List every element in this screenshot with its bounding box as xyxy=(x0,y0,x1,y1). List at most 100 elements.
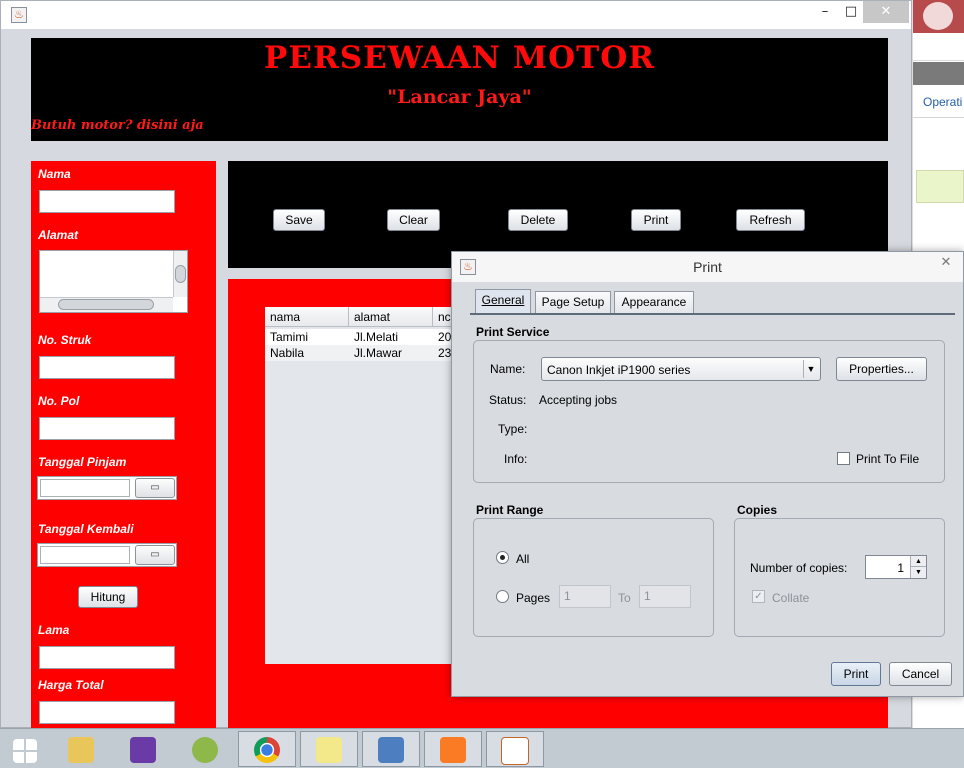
android-studio-icon[interactable] xyxy=(176,731,234,767)
table-cell: Tamimi xyxy=(270,330,308,344)
calendar-icon[interactable]: ▭ xyxy=(135,478,175,498)
tanggal-kembali-label: Tanggal Kembali xyxy=(38,522,134,536)
xampp-icon[interactable] xyxy=(424,731,482,767)
app-title: PERSEWAAN MOTOR xyxy=(264,40,655,76)
dialog-cancel-button[interactable]: Cancel xyxy=(889,662,952,686)
lama-input[interactable] xyxy=(39,646,175,669)
table-cell: 20 xyxy=(438,330,452,344)
maximize-icon[interactable]: □ xyxy=(837,1,865,23)
properties-button[interactable]: Properties... xyxy=(836,357,927,381)
tanggal-pinjam-picker: ▭ xyxy=(37,476,177,500)
tab-appearance[interactable]: Appearance xyxy=(614,291,694,313)
background-app-panel xyxy=(913,117,964,170)
print-dialog: ♨ Print ✕ General Page Setup Appearance … xyxy=(451,251,964,697)
collate-checkbox[interactable]: ✓ xyxy=(752,590,765,603)
copies-spinner[interactable]: 1 ▲ ▼ xyxy=(865,555,927,579)
java-app-icon: ♨ xyxy=(11,7,27,23)
name-label: Name: xyxy=(490,362,526,376)
nama-label: Nama xyxy=(38,167,71,181)
clear-button[interactable]: Clear xyxy=(387,209,440,231)
minimize-icon[interactable]: – xyxy=(811,1,839,23)
spinner-up-icon[interactable]: ▲ xyxy=(910,556,926,567)
copies-heading: Copies xyxy=(737,503,778,517)
no-pol-input[interactable] xyxy=(39,417,175,440)
alamat-horizontal-scrollbar[interactable] xyxy=(40,297,173,312)
harga-total-label: Harga Total xyxy=(38,678,104,692)
status-value: Accepting jobs xyxy=(539,393,618,407)
background-app-banner xyxy=(913,0,964,33)
column-header-alamat[interactable]: alamat xyxy=(349,307,433,327)
column-header-nama[interactable]: nama xyxy=(265,307,349,327)
save-button[interactable]: Save xyxy=(273,209,325,231)
alamat-textarea[interactable] xyxy=(39,250,188,313)
no-struk-label: No. Struk xyxy=(38,333,92,347)
alamat-vertical-scrollbar[interactable] xyxy=(173,251,187,297)
harga-total-input[interactable] xyxy=(39,701,175,724)
tab-general-label: General xyxy=(481,293,525,307)
close-window-button[interactable]: ✕ xyxy=(863,1,909,23)
number-of-copies-label: Number of copies: xyxy=(750,561,848,575)
close-icon[interactable]: ✕ xyxy=(929,252,963,272)
flame-logo-icon xyxy=(923,2,953,30)
pages-to-label: To xyxy=(618,591,631,605)
sticky-notes-icon[interactable] xyxy=(300,731,358,767)
app-subtitle: "Lancar Jaya" xyxy=(387,86,532,108)
taskbar xyxy=(0,728,964,768)
printer-select[interactable]: Canon Inkjet iP1900 series ▼ xyxy=(541,357,821,381)
file-explorer-icon[interactable] xyxy=(52,731,110,767)
tab-page-setup[interactable]: Page Setup xyxy=(535,291,611,313)
print-range-heading: Print Range xyxy=(476,503,544,517)
printer-select-value: Canon Inkjet iP1900 series xyxy=(547,363,691,377)
tab-divider xyxy=(470,313,955,315)
refresh-button[interactable]: Refresh xyxy=(736,209,805,231)
range-pages-label: Pages xyxy=(516,591,551,605)
calendar-icon[interactable]: ▭ xyxy=(135,545,175,565)
form-panel: Nama Alamat No. Struk No. Pol Tanggal Pi… xyxy=(31,161,216,729)
scroll-thumb[interactable] xyxy=(58,299,154,310)
chrome-icon[interactable] xyxy=(238,731,296,767)
pages-from-input[interactable]: 1 xyxy=(559,585,611,608)
column-header-no[interactable]: nc xyxy=(433,307,453,327)
scroll-thumb[interactable] xyxy=(175,265,186,283)
hitung-button[interactable]: Hitung xyxy=(78,586,138,608)
pages-to-input[interactable]: 1 xyxy=(639,585,691,608)
tanggal-kembali-input[interactable] xyxy=(40,546,130,564)
app-tagline: Butuh motor? disini aja xyxy=(31,118,204,133)
tanggal-pinjam-label: Tanggal Pinjam xyxy=(38,455,127,469)
chevron-down-icon[interactable]: ▼ xyxy=(803,360,818,378)
nama-input[interactable] xyxy=(39,190,175,213)
tanggal-pinjam-input[interactable] xyxy=(40,479,130,497)
print-range-group xyxy=(473,518,714,637)
tanggal-kembali-picker: ▭ xyxy=(37,543,177,567)
collate-label: Collate xyxy=(772,591,810,605)
table-row[interactable]: Tamimi Jl.Melati 20 xyxy=(265,329,453,345)
info-label: Info: xyxy=(504,452,528,466)
range-pages-radio[interactable] xyxy=(496,590,509,603)
background-app-notice xyxy=(916,170,964,203)
app-header: PERSEWAAN MOTOR "Lancar Jaya" Butuh moto… xyxy=(31,38,888,141)
visual-studio-icon[interactable] xyxy=(114,731,172,767)
print-to-file-checkbox[interactable] xyxy=(837,452,850,465)
dialog-print-button[interactable]: Print xyxy=(831,662,881,686)
background-app-link[interactable]: Operati xyxy=(923,95,964,109)
background-app-nav xyxy=(913,62,964,85)
table-cell: Jl.Mawar xyxy=(354,346,403,360)
main-title-bar[interactable]: ♨ – □ ✕ xyxy=(1,1,911,29)
range-all-radio[interactable] xyxy=(496,551,509,564)
table-cell: Nabila xyxy=(270,346,305,360)
no-pol-label: No. Pol xyxy=(38,394,80,408)
table-row[interactable]: Nabila Jl.Mawar 23 xyxy=(265,345,453,361)
dialog-title-bar[interactable]: ♨ Print ✕ xyxy=(452,252,963,282)
java-icon[interactable] xyxy=(486,731,544,767)
delete-button[interactable]: Delete xyxy=(508,209,568,231)
print-to-file-label: Print To File xyxy=(856,452,920,466)
no-struk-input[interactable] xyxy=(39,356,175,379)
radio-dot xyxy=(500,555,505,560)
dialog-title: Print xyxy=(693,259,722,275)
virtualbox-icon[interactable] xyxy=(362,731,420,767)
print-button[interactable]: Print xyxy=(631,209,681,231)
background-app-spacer xyxy=(913,33,964,61)
tab-general[interactable]: General xyxy=(475,289,531,313)
spinner-down-icon[interactable]: ▼ xyxy=(910,567,926,578)
windows-start-icon[interactable] xyxy=(0,731,50,767)
